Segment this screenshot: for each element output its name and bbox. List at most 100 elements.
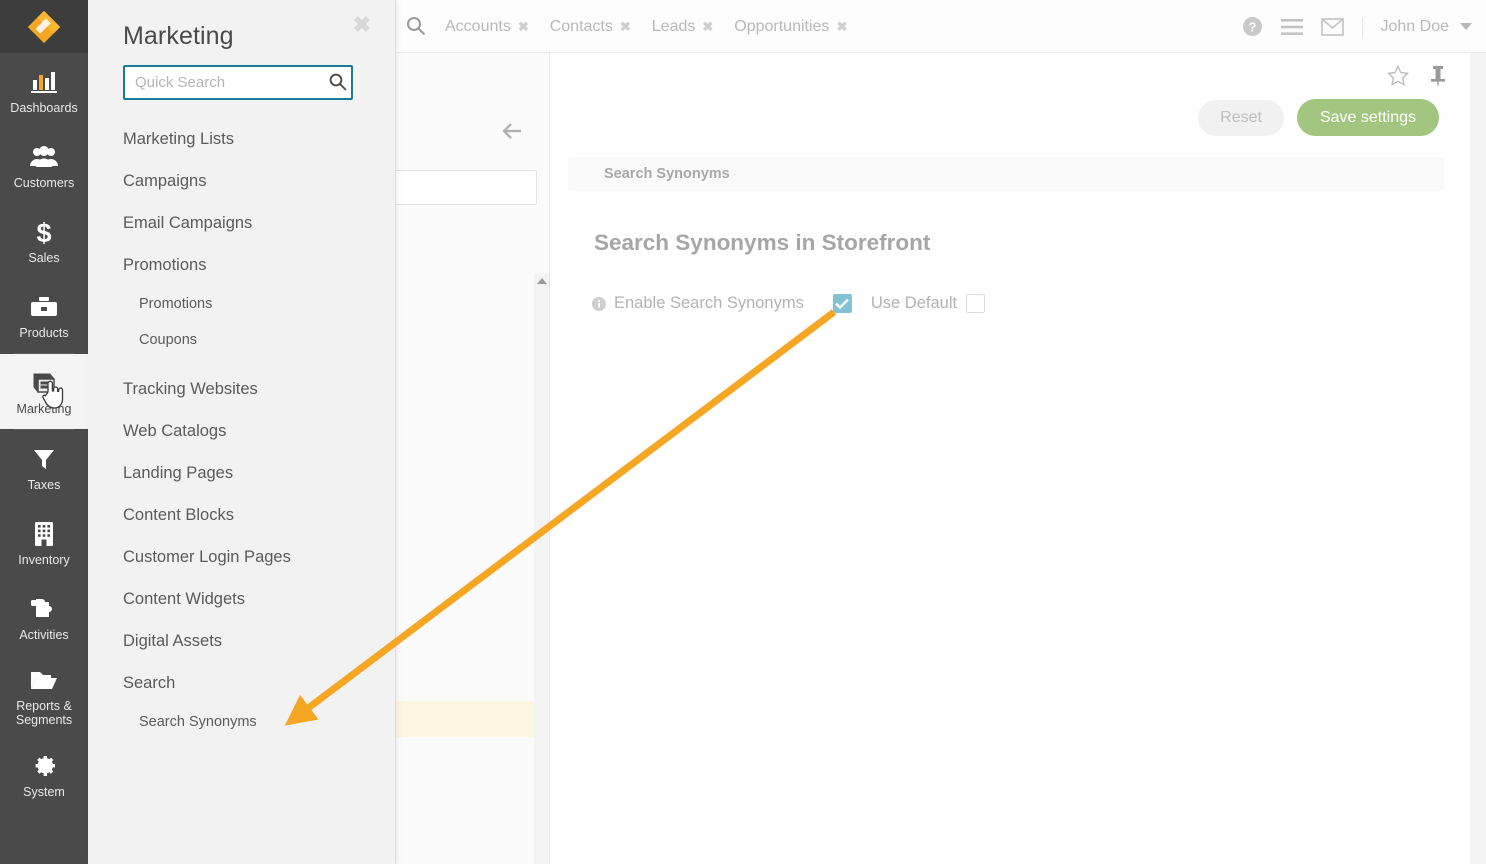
use-default-label: Use Default (870, 294, 958, 312)
breadcrumb: Search Synonyms (568, 157, 1444, 191)
sidebar-item-system[interactable]: System (0, 737, 88, 812)
sidebar-item-dashboards[interactable]: Dashboards (0, 53, 88, 128)
svg-text:$: $ (36, 218, 51, 246)
tab-label: Accounts (445, 17, 511, 35)
marketing-menu-list: Marketing Lists Campaigns Email Campaign… (88, 118, 395, 740)
right-edge-strip (1470, 53, 1486, 864)
field-row-enable-search-synonyms: Enable Search Synonyms Use Default (592, 294, 1470, 313)
page-buttons: Reset Save settings (1198, 99, 1439, 136)
menu-group-promotions[interactable]: Promotions (88, 244, 395, 286)
bar-chart-icon (31, 67, 57, 97)
funnel-icon (32, 444, 56, 474)
app-logo[interactable] (0, 0, 88, 53)
close-icon[interactable]: ✖ (518, 19, 529, 35)
help-circle-icon[interactable]: ? (1242, 16, 1263, 37)
panel-title: Marketing (123, 22, 234, 50)
divider (1361, 16, 1363, 37)
menu-item-customer-login-pages[interactable]: Customer Login Pages (88, 536, 395, 578)
sidebar-item-label: Products (19, 325, 69, 340)
tab-opportunities[interactable]: Opportunities ✖ (734, 18, 847, 36)
folder-icon (30, 665, 58, 695)
book-icon (30, 368, 58, 398)
star-icon[interactable] (1386, 64, 1410, 91)
sidebar-item-label: Dashboards (10, 100, 78, 115)
menu-item-content-widgets[interactable]: Content Widgets (88, 578, 395, 620)
menu-item-coupons[interactable]: Coupons (88, 322, 395, 358)
sidebar-item-products[interactable]: Products (0, 278, 88, 353)
sidebar-item-label: System (23, 784, 65, 799)
reset-button[interactable]: Reset (1198, 99, 1284, 136)
sidebar-item-marketing[interactable]: Marketing (0, 354, 88, 429)
sidebar-item-label: Taxes (27, 477, 61, 492)
svg-text:?: ? (1248, 20, 1256, 35)
users-icon (29, 142, 59, 172)
sidebar-item-taxes[interactable]: Taxes (0, 430, 88, 505)
sidebar-item-activities[interactable]: Activities (0, 580, 88, 655)
top-bar-actions: ? John Doe (1242, 0, 1472, 53)
menu-item-digital-assets[interactable]: Digital Assets (88, 620, 395, 662)
user-menu[interactable]: John Doe (1380, 17, 1472, 36)
sidebar-item-label: Inventory (18, 552, 70, 567)
building-icon (33, 519, 55, 549)
enable-search-synonyms-checkbox[interactable] (832, 294, 852, 313)
menu-item-marketing-lists[interactable]: Marketing Lists (88, 118, 395, 160)
marketing-menu-panel: ✖ Marketing Marketing Lists Campaigns Em… (88, 0, 396, 864)
menu-item-search-synonyms[interactable]: Search Synonyms (88, 704, 395, 740)
breadcrumb-label: Search Synonyms (604, 166, 730, 182)
quick-search-wrapper (88, 51, 395, 100)
envelope-icon[interactable] (1320, 17, 1344, 36)
user-name: John Doe (1380, 17, 1450, 35)
dollar-icon: $ (33, 217, 55, 247)
field-label: Enable Search Synonyms (614, 294, 804, 312)
sidebar-item-label: Sales (28, 250, 60, 265)
sidebar-item-label: Marketing (16, 401, 72, 416)
menu-item-tracking-websites[interactable]: Tracking Websites (88, 368, 395, 410)
chevron-down-icon (1460, 23, 1472, 30)
sidebar-item-label: Activities (19, 627, 69, 642)
close-icon[interactable]: ✖ (836, 19, 847, 35)
arrow-left-icon[interactable] (501, 120, 523, 142)
tab-label: Leads (651, 17, 696, 35)
puzzle-icon (31, 594, 57, 624)
section-title: Search Synonyms in Storefront (594, 230, 931, 255)
sidebar-item-reports-segments[interactable]: Reports & Segments (0, 655, 88, 737)
info-icon[interactable] (592, 296, 606, 311)
use-default-checkbox[interactable] (966, 294, 986, 313)
close-icon[interactable]: ✖ (353, 14, 371, 36)
sidebar-item-label: Reports & Segments (15, 699, 73, 727)
close-icon[interactable]: ✖ (702, 19, 713, 35)
close-icon[interactable]: ✖ (620, 19, 631, 35)
menu-item-promotions[interactable]: Promotions (88, 286, 395, 322)
main-menu-sidebar: Dashboards Customers $ Sales Products Ma… (0, 0, 88, 864)
application-window: Dashboards Customers $ Sales Products Ma… (0, 0, 1486, 864)
tab-contacts[interactable]: Contacts ✖ (550, 18, 631, 36)
menu-item-content-blocks[interactable]: Content Blocks (88, 494, 395, 536)
menu-item-email-campaigns[interactable]: Email Campaigns (88, 202, 395, 244)
quick-search-input[interactable] (123, 65, 353, 100)
tab-label: Opportunities (734, 17, 830, 35)
caret-up-icon[interactable] (537, 278, 547, 284)
tab-accounts[interactable]: Accounts ✖ (445, 18, 529, 36)
main-content: Search Synonyms Search Synonyms in Store… (550, 53, 1470, 864)
tab-leads[interactable]: Leads ✖ (652, 18, 714, 36)
menu-item-web-catalogs[interactable]: Web Catalogs (88, 410, 395, 452)
search-icon[interactable] (406, 16, 426, 36)
briefcase-icon (30, 292, 58, 322)
menu-item-campaigns[interactable]: Campaigns (88, 160, 395, 202)
oro-logo-icon (27, 10, 61, 43)
sidebar-item-sales[interactable]: $ Sales (0, 203, 88, 278)
page-header-actions: Reset Save settings (786, 53, 1486, 149)
menu-item-landing-pages[interactable]: Landing Pages (88, 452, 395, 494)
save-settings-button[interactable]: Save settings (1296, 99, 1439, 136)
pin-icon[interactable] (1429, 65, 1447, 91)
sidebar-item-customers[interactable]: Customers (0, 128, 88, 203)
page-icons (1386, 64, 1447, 91)
tab-label: Contacts (549, 17, 613, 35)
config-scrollbar[interactable] (534, 273, 549, 864)
sidebar-item-inventory[interactable]: Inventory (0, 505, 88, 580)
gear-icon (31, 751, 57, 781)
menu-group-search[interactable]: Search (88, 662, 395, 704)
sidebar-item-label: Customers (13, 175, 75, 190)
hamburger-icon[interactable] (1280, 18, 1303, 35)
